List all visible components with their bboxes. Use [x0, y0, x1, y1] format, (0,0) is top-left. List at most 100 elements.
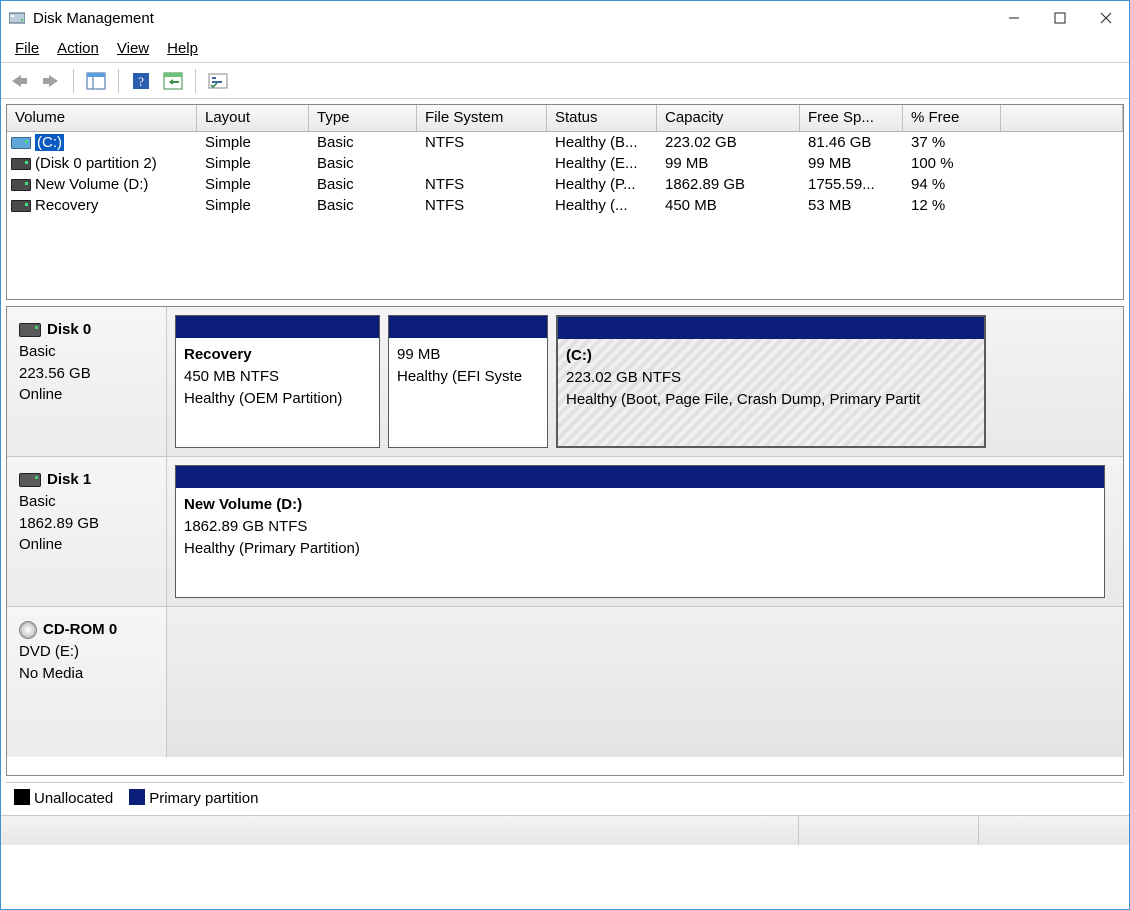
- volume-type: Basic: [309, 174, 417, 195]
- col-filesystem[interactable]: File System: [417, 105, 547, 131]
- disk-row-disk1: Disk 1 Basic 1862.89 GB Online New Volum…: [7, 457, 1123, 607]
- forward-button[interactable]: [37, 67, 65, 95]
- volume-fs: NTFS: [417, 195, 547, 216]
- svg-text:?: ?: [138, 74, 144, 89]
- disk-partitions: Recovery 450 MB NTFS Healthy (OEM Partit…: [167, 307, 1123, 456]
- volume-type: Basic: [309, 195, 417, 216]
- legend-primary-label: Primary partition: [149, 790, 258, 807]
- partition-recovery[interactable]: Recovery 450 MB NTFS Healthy (OEM Partit…: [175, 315, 380, 448]
- volume-free: 53 MB: [800, 195, 903, 216]
- titlebar: Disk Management: [1, 1, 1129, 35]
- volume-status: Healthy (E...: [547, 153, 657, 174]
- partition-efi[interactable]: 99 MB Healthy (EFI Syste: [388, 315, 548, 448]
- disk-name-text: CD-ROM 0: [43, 619, 117, 641]
- partition-stripe: [558, 317, 984, 339]
- col-status[interactable]: Status: [547, 105, 657, 131]
- show-hide-tree-button[interactable]: [82, 67, 110, 95]
- toolbar-separator: [73, 69, 74, 93]
- volume-status: Healthy (P...: [547, 174, 657, 195]
- cdrom-icon: [19, 621, 37, 639]
- legend-unallocated-label: Unallocated: [34, 790, 113, 807]
- volume-pct: 37 %: [903, 132, 1001, 153]
- col-capacity[interactable]: Capacity: [657, 105, 800, 131]
- partition-size: 1862.89 GB NTFS: [184, 516, 1096, 538]
- partition-status: Healthy (Primary Partition): [184, 538, 1096, 560]
- back-button[interactable]: [5, 67, 33, 95]
- disk-name-text: Disk 1: [47, 469, 91, 491]
- menu-action-label: Action: [57, 40, 99, 57]
- menu-action[interactable]: Action: [49, 38, 107, 59]
- drive-icon: [11, 179, 31, 191]
- disk-label[interactable]: Disk 0 Basic 223.56 GB Online: [7, 307, 167, 456]
- window-controls: [991, 2, 1129, 34]
- col-layout[interactable]: Layout: [197, 105, 309, 131]
- volume-layout: Simple: [197, 153, 309, 174]
- volume-name: New Volume (D:): [35, 176, 148, 193]
- toolbar-separator: [118, 69, 119, 93]
- disk-size: 1862.89 GB: [19, 513, 156, 535]
- col-pctfree[interactable]: % Free: [903, 105, 1001, 131]
- help-button[interactable]: ?: [127, 67, 155, 95]
- volume-free: 99 MB: [800, 153, 903, 174]
- minimize-button[interactable]: [991, 2, 1037, 34]
- col-spacer: [1001, 105, 1123, 131]
- volume-capacity: 223.02 GB: [657, 132, 800, 153]
- col-freespace[interactable]: Free Sp...: [800, 105, 903, 131]
- cdrom-letter: DVD (E:): [19, 641, 156, 663]
- swatch-navy-icon: [129, 789, 145, 805]
- status-bar: [1, 815, 1129, 845]
- volume-pct: 100 %: [903, 153, 1001, 174]
- volume-capacity: 450 MB: [657, 195, 800, 216]
- partition-c[interactable]: (C:) 223.02 GB NTFS Healthy (Boot, Page …: [556, 315, 986, 448]
- partition-stripe: [176, 466, 1104, 488]
- options-button[interactable]: [204, 67, 232, 95]
- volume-layout: Simple: [197, 174, 309, 195]
- drive-icon: [11, 158, 31, 170]
- menu-help[interactable]: Help: [159, 38, 206, 59]
- volume-row[interactable]: (Disk 0 partition 2) Simple Basic Health…: [7, 153, 1123, 174]
- maximize-button[interactable]: [1037, 2, 1083, 34]
- disk-icon: [19, 323, 41, 337]
- cdrom-media: No Media: [19, 663, 156, 685]
- col-type[interactable]: Type: [309, 105, 417, 131]
- volume-fs: NTFS: [417, 174, 547, 195]
- legend: Unallocated Primary partition: [6, 782, 1124, 813]
- window-title: Disk Management: [33, 10, 991, 27]
- volume-name: (C:): [35, 134, 64, 151]
- volume-row[interactable]: (C:) Simple Basic NTFS Healthy (B... 223…: [7, 132, 1123, 153]
- partition-size: 223.02 GB NTFS: [566, 367, 976, 389]
- partition-status: Healthy (Boot, Page File, Crash Dump, Pr…: [566, 389, 976, 411]
- disk-state: Online: [19, 534, 156, 556]
- status-segment-right: [979, 816, 1129, 845]
- menu-file-label: File: [15, 40, 39, 57]
- menu-file[interactable]: File: [7, 38, 47, 59]
- menu-view[interactable]: View: [109, 38, 157, 59]
- partition-stripe: [389, 316, 547, 338]
- volume-free: 1755.59...: [800, 174, 903, 195]
- col-volume[interactable]: Volume: [7, 105, 197, 131]
- menu-help-label: Help: [167, 40, 198, 57]
- volume-status: Healthy (...: [547, 195, 657, 216]
- disk-label[interactable]: Disk 1 Basic 1862.89 GB Online: [7, 457, 167, 606]
- volume-pct: 12 %: [903, 195, 1001, 216]
- partition-d[interactable]: New Volume (D:) 1862.89 GB NTFS Healthy …: [175, 465, 1105, 598]
- disk-graphical-pane: Disk 0 Basic 223.56 GB Online Recovery 4…: [6, 306, 1124, 776]
- disk-kind: Basic: [19, 491, 156, 513]
- app-icon: [9, 10, 25, 26]
- close-button[interactable]: [1083, 2, 1129, 34]
- disk-partitions: New Volume (D:) 1862.89 GB NTFS Healthy …: [167, 457, 1123, 606]
- volume-name: (Disk 0 partition 2): [35, 155, 157, 172]
- volume-layout: Simple: [197, 195, 309, 216]
- disk-row-disk0: Disk 0 Basic 223.56 GB Online Recovery 4…: [7, 307, 1123, 457]
- disk-state: Online: [19, 384, 156, 406]
- disk-label[interactable]: CD-ROM 0 DVD (E:) No Media: [7, 607, 167, 757]
- volume-fs: [417, 153, 547, 174]
- swatch-black-icon: [14, 789, 30, 805]
- refresh-button[interactable]: [159, 67, 187, 95]
- status-segment-main: [1, 816, 799, 845]
- volume-row[interactable]: New Volume (D:) Simple Basic NTFS Health…: [7, 174, 1123, 195]
- disk-name-text: Disk 0: [47, 319, 91, 341]
- volume-row[interactable]: Recovery Simple Basic NTFS Healthy (... …: [7, 195, 1123, 216]
- volume-fs: NTFS: [417, 132, 547, 153]
- toolbar-separator: [195, 69, 196, 93]
